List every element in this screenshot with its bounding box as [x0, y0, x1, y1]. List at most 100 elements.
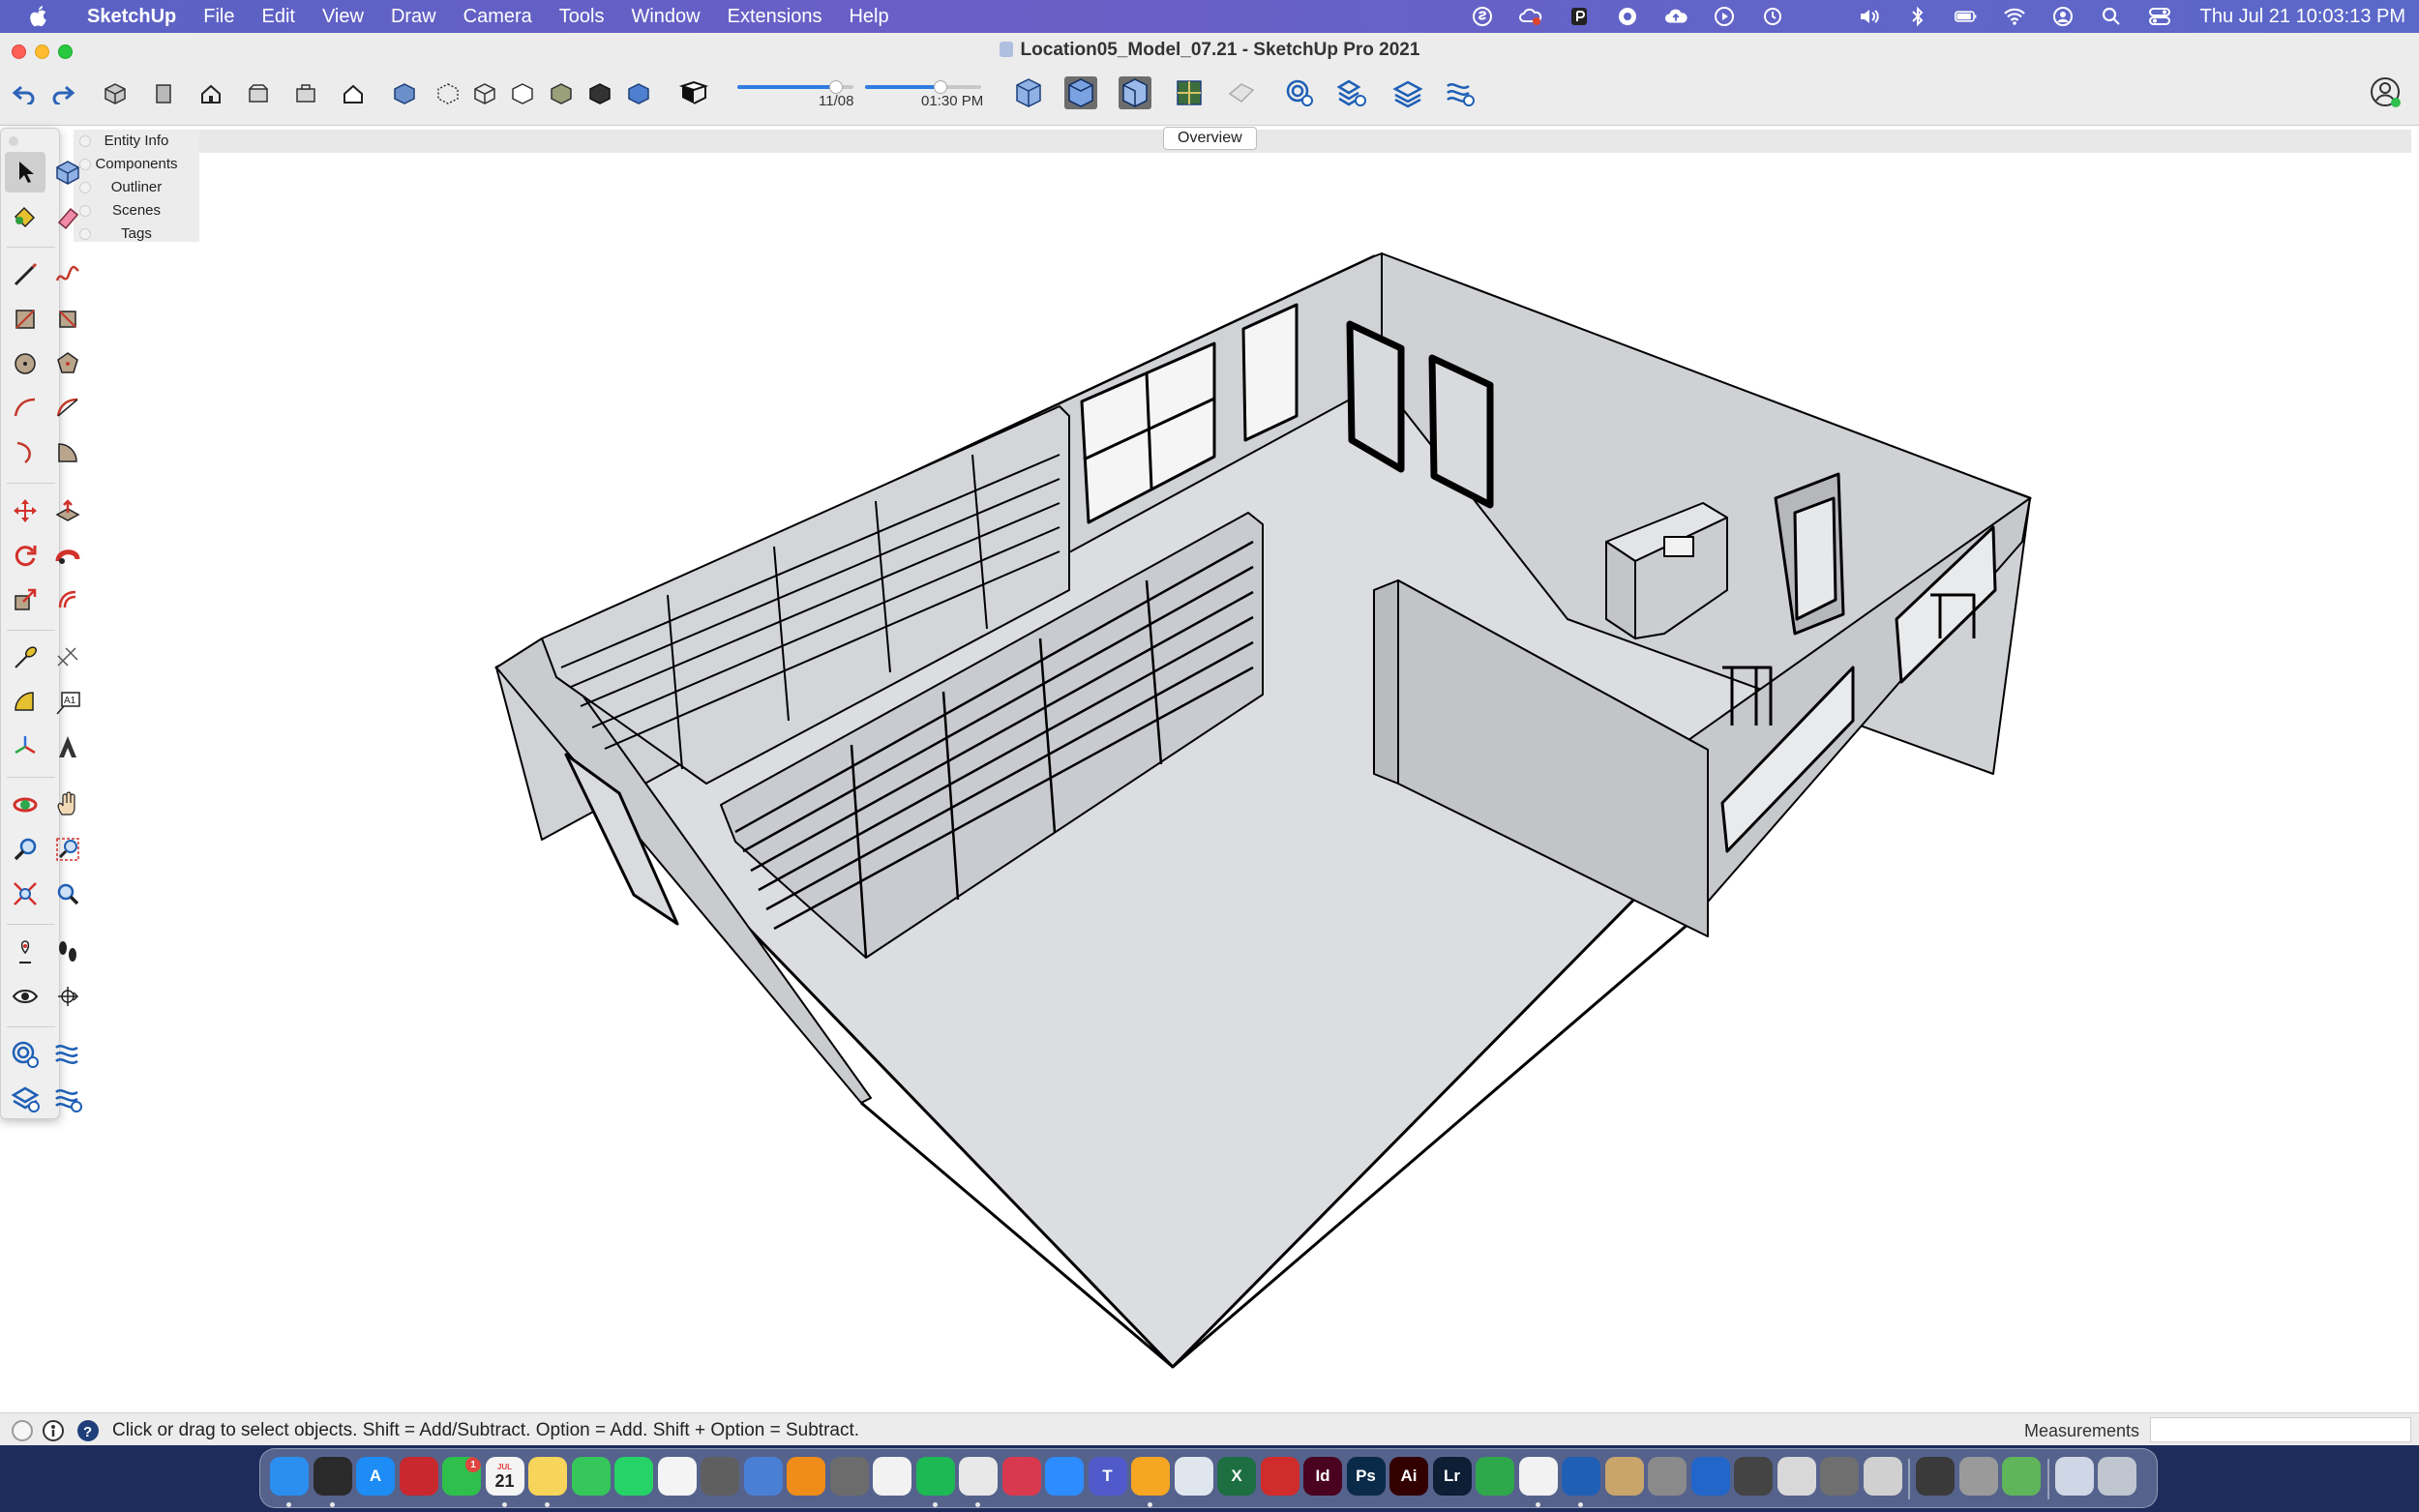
dock-sketchup-layout-icon[interactable]: [1174, 1457, 1213, 1496]
dock-photos-icon[interactable]: [873, 1457, 911, 1496]
text-tool[interactable]: A1: [47, 682, 88, 723]
menu-view[interactable]: View: [309, 6, 377, 28]
shadow-time-slider[interactable]: [865, 80, 981, 94]
moon-icon[interactable]: [1809, 6, 1833, 27]
section-plane-icon[interactable]: [1012, 76, 1045, 109]
sync-icon[interactable]: [1616, 6, 1639, 27]
polygon-tool[interactable]: [47, 343, 88, 384]
shaded-style-icon[interactable]: [547, 79, 576, 108]
previous-view-tool[interactable]: [47, 874, 88, 914]
dock-whatsapp-icon[interactable]: [614, 1457, 653, 1496]
dock-calculator-icon[interactable]: [701, 1457, 739, 1496]
zoom-tool[interactable]: [5, 829, 45, 870]
dock-teams-icon[interactable]: T: [1088, 1457, 1127, 1496]
tray-scenes[interactable]: Scenes: [74, 199, 199, 222]
paint-bucket-tool[interactable]: [5, 196, 45, 237]
circle-tool[interactable]: [5, 343, 45, 384]
eraser-tool[interactable]: [47, 196, 88, 237]
freehand-tool[interactable]: [47, 254, 88, 295]
palette-scene-layers-icon[interactable]: [47, 1034, 88, 1075]
dock-printer-icon[interactable]: [1734, 1457, 1773, 1496]
palette-scenes-manager-icon[interactable]: [5, 1034, 45, 1075]
undo-button[interactable]: [10, 79, 39, 108]
dock-storage-icon[interactable]: [1777, 1457, 1816, 1496]
dock-numbers-icon[interactable]: [1476, 1457, 1514, 1496]
credits-info-icon[interactable]: [43, 1420, 64, 1441]
geo-location-icon[interactable]: [1173, 76, 1206, 109]
palette-scene-settings-icon[interactable]: [47, 1079, 88, 1119]
orbit-tool[interactable]: [5, 785, 45, 825]
right-view-icon[interactable]: [244, 79, 273, 108]
dock-image-capture-icon[interactable]: [829, 1457, 869, 1496]
dock-layers-icon[interactable]: [1562, 1457, 1600, 1496]
menu-help[interactable]: Help: [835, 6, 902, 28]
time-machine-icon[interactable]: [1761, 6, 1784, 27]
look-around-tool[interactable]: [5, 976, 45, 1017]
pie-tool[interactable]: [47, 432, 88, 473]
select-tool[interactable]: [5, 152, 45, 193]
dock-creative-cloud-icon[interactable]: [1001, 1457, 1041, 1496]
dock-photo-booth-icon[interactable]: [399, 1457, 438, 1496]
menu-camera[interactable]: Camera: [450, 6, 546, 28]
menu-tools[interactable]: Tools: [546, 6, 618, 28]
shadow-time-slider-knob[interactable]: [934, 80, 947, 94]
dock-illustrator-icon[interactable]: Ai: [1389, 1457, 1428, 1496]
line-tool[interactable]: [5, 254, 45, 295]
display-section-planes-icon[interactable]: [1064, 76, 1097, 109]
dock-downloads-icon[interactable]: [2054, 1457, 2094, 1496]
help-icon[interactable]: ?: [77, 1420, 99, 1441]
dock-trash-icon[interactable]: [2098, 1457, 2136, 1496]
walk-tool[interactable]: [47, 932, 88, 972]
cloud-upload-icon[interactable]: [1664, 6, 1687, 27]
creative-cloud-icon[interactable]: [1518, 6, 1542, 27]
push-pull-tool[interactable]: [47, 490, 88, 531]
dock-sketchup-icon[interactable]: [1518, 1457, 1558, 1496]
shadows-toggle-icon[interactable]: [677, 79, 710, 108]
left-view-icon[interactable]: [339, 79, 368, 108]
scene-settings-icon[interactable]: [1444, 76, 1477, 109]
dock-quicktime-icon[interactable]: [1916, 1457, 1955, 1496]
dock-zoom-icon[interactable]: [1045, 1457, 1084, 1496]
pan-tool[interactable]: [47, 785, 88, 825]
skype-icon[interactable]: [1471, 6, 1494, 27]
dock-maps-icon[interactable]: [2002, 1457, 2041, 1496]
position-camera-tool[interactable]: [5, 932, 45, 972]
menu-edit[interactable]: Edit: [248, 6, 308, 28]
palette-tags-stack-icon[interactable]: [5, 1079, 45, 1119]
menu-window[interactable]: Window: [617, 6, 713, 28]
dimension-tool[interactable]: [47, 637, 88, 678]
tape-measure-tool[interactable]: [5, 637, 45, 678]
tray-tags[interactable]: Tags: [74, 222, 199, 246]
dock-sketch-icon[interactable]: [1131, 1457, 1170, 1496]
hidden-line-style-icon[interactable]: [508, 79, 537, 108]
dock-spotify-icon[interactable]: [915, 1457, 955, 1496]
section-plane-tool[interactable]: [47, 976, 88, 1017]
palette-close-button[interactable]: [9, 136, 18, 146]
dock-activity-monitor-icon[interactable]: [313, 1457, 352, 1496]
tray-components[interactable]: Components: [74, 153, 199, 176]
dock-finder-icon[interactable]: [270, 1457, 309, 1496]
wireframe-style-icon[interactable]: [470, 79, 499, 108]
control-center-icon[interactable]: [2148, 6, 2171, 27]
scene-tab-overview[interactable]: Overview: [1163, 127, 1257, 150]
dock-script-editor-icon[interactable]: [1690, 1457, 1730, 1496]
back-view-icon[interactable]: [291, 79, 320, 108]
menu-file[interactable]: File: [190, 6, 248, 28]
tray-entity-info-toggle[interactable]: [79, 135, 91, 147]
zoom-extents-tool[interactable]: [5, 874, 45, 914]
offset-tool[interactable]: [47, 579, 88, 620]
dock-lightroom-icon[interactable]: Lr: [1432, 1457, 1472, 1496]
arc-tool[interactable]: [5, 388, 45, 429]
make-component-tool[interactable]: [47, 152, 88, 193]
menu-app-sketchup[interactable]: SketchUp: [74, 6, 190, 28]
wifi-icon[interactable]: [2003, 6, 2026, 27]
measurements-input[interactable]: [2150, 1417, 2411, 1442]
dock-notes-icon[interactable]: [528, 1457, 567, 1496]
shadow-date-slider-knob[interactable]: [829, 80, 843, 94]
rotate-tool[interactable]: [5, 535, 45, 576]
redo-button[interactable]: [48, 79, 77, 108]
layers-stack-icon[interactable]: [1391, 76, 1424, 109]
dock-indesign-icon[interactable]: Id: [1303, 1457, 1342, 1496]
two-point-arc-tool[interactable]: [47, 388, 88, 429]
volume-icon[interactable]: [1858, 6, 1881, 27]
